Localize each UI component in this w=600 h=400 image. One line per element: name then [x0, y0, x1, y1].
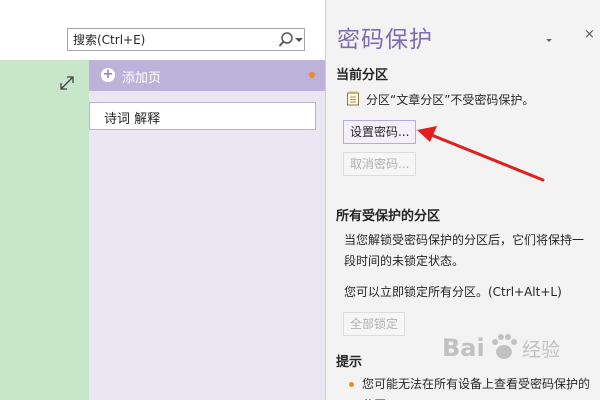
current-section-heading: 当前分区 [336, 68, 389, 83]
lock-all-description: 您可以立即锁定所有分区。(Ctrl+Alt+L) [344, 285, 562, 299]
baidu-paw-icon [492, 334, 517, 359]
watermark-suffix: 经验 [522, 339, 560, 361]
search-input[interactable] [68, 29, 273, 50]
tip-bullet-icon [349, 382, 354, 387]
chevron-down-icon[interactable] [294, 30, 304, 49]
notebook-section-icon [346, 91, 360, 106]
top-bar [0, 0, 325, 60]
tips-heading: 提示 [336, 355, 363, 370]
all-protected-sections-heading: 所有受保护的分区 [336, 209, 441, 224]
add-page-button[interactable]: + 添加页 [89, 60, 325, 91]
page-title: 诗词 解释 [104, 112, 161, 127]
page-list-item[interactable]: 诗词 解释 [89, 102, 316, 130]
section-protection-status: 分区“文章分区”不受密码保护。 [366, 93, 535, 107]
expand-diagonal-icon[interactable] [58, 74, 76, 92]
baidu-watermark: Bai 经验 [440, 322, 590, 372]
add-page-label: 添加页 [122, 71, 162, 86]
lock-all-button[interactable]: 全部锁定 [343, 312, 406, 336]
tip-item: 您可能无法在所有设备上查看受密码保护的分区 [362, 377, 591, 400]
plus-circle-icon: + [101, 67, 115, 82]
unlock-description: 当您解锁受密码保护的分区后，它们将保持一段时间的未锁定状态。 [344, 233, 585, 268]
annotation-arrow-icon [417, 126, 545, 182]
remove-password-button[interactable]: 取消密码... [343, 152, 417, 176]
watermark-text: Bai [442, 334, 485, 362]
search-icon[interactable] [278, 30, 294, 49]
new-indicator-dot [309, 72, 315, 78]
search-box[interactable] [67, 28, 305, 51]
pane-options-icon[interactable] [544, 30, 554, 42]
close-icon[interactable]: × [584, 28, 595, 41]
set-password-button[interactable]: 设置密码... [343, 120, 417, 144]
page-canvas[interactable] [0, 60, 89, 400]
pane-title: 密码保护 [337, 27, 433, 53]
page-list-pane: + 添加页 诗词 解释 [89, 60, 325, 400]
